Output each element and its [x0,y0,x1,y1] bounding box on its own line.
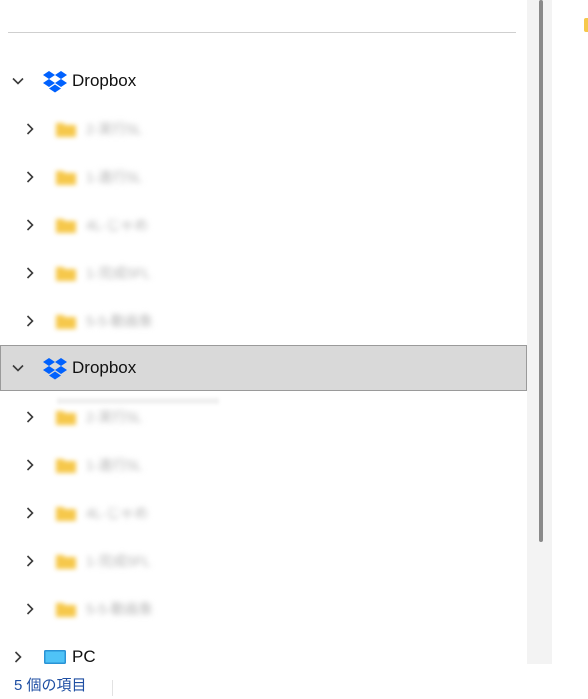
dropbox-icon [42,69,68,93]
scrollbar-thumb[interactable] [539,0,543,542]
chevron-right-icon[interactable] [23,122,37,136]
folder-icon [55,169,77,186]
chevron-right-icon[interactable] [23,458,37,472]
tree-item-folder[interactable]: 4L-じゃめ [0,202,527,248]
folder-icon [55,457,77,474]
folder-icon [55,265,77,282]
tree-item-folder[interactable]: 1-完成5FL [0,250,527,296]
tree-item-label: 1-進行5L [86,457,143,473]
chevron-right-icon[interactable] [23,410,37,424]
chevron-down-icon[interactable] [11,361,25,375]
chevron-right-icon[interactable] [23,170,37,184]
folder-icon [55,505,77,522]
tree-item-folder[interactable]: 5-5-動画象 [0,298,527,344]
folder-icon [55,553,77,570]
tree-item-folder[interactable]: 4L-じゃめ [0,490,527,536]
chevron-right-icon[interactable] [23,266,37,280]
chevron-right-icon[interactable] [23,554,37,568]
navigation-pane: Dropbox 2-実行5L 1-進行5L 4L-じゃめ 1-完成5FL 5-5… [0,0,527,669]
status-bar: 5 個の項目 [0,664,588,699]
content-pane [552,0,588,664]
tree-item-folder[interactable]: 5-5-動画象 [0,586,527,632]
chevron-right-icon[interactable] [23,506,37,520]
chevron-down-icon[interactable] [11,74,25,88]
status-separator [112,680,113,696]
folder-icon [584,18,588,32]
tree-item-label: 1-完成5FL [86,265,151,281]
item-count: 5 個の項目 [14,677,87,694]
tree-item-label: 1-完成5FL [86,553,151,569]
chevron-right-icon[interactable] [23,314,37,328]
tree-item-folder[interactable]: 1-完成5FL [0,538,527,584]
tree-item-pc[interactable]: PC [0,634,527,669]
tree-item-dropbox[interactable]: Dropbox [0,58,527,104]
folder-icon [55,313,77,330]
tree-item-label: Dropbox [72,358,137,377]
tree-item-label: 5-5-動画象 [86,313,153,329]
tree-item-folder[interactable]: 2-実行5L [0,394,527,440]
tree-item-folder[interactable]: 2-実行5L [0,106,527,152]
tree-item-folder[interactable]: 1-進行5L [0,442,527,488]
tree-item-label: 5-5-動画象 [86,601,153,617]
tree-item-folder[interactable]: 1-進行5L [0,154,527,200]
folder-icon [55,217,77,234]
tree-item-label: 4L-じゃめ [86,217,149,233]
tree-item-label: 2-実行5L [86,121,143,137]
folder-icon [55,601,77,618]
chevron-right-icon[interactable] [23,602,37,616]
folder-icon [55,409,77,426]
tree-item-dropbox[interactable]: Dropbox [0,345,527,404]
tree-item-label: Dropbox [72,71,137,90]
dropbox-icon [42,356,68,380]
divider [8,32,516,33]
chevron-right-icon[interactable] [23,218,37,232]
chevron-right-icon[interactable] [11,650,25,664]
tree-item-label: 2-実行5L [86,409,143,425]
tree-item-label: 1-進行5L [86,169,143,185]
tree-item-label: 4L-じゃめ [86,505,149,521]
folder-icon [55,121,77,138]
